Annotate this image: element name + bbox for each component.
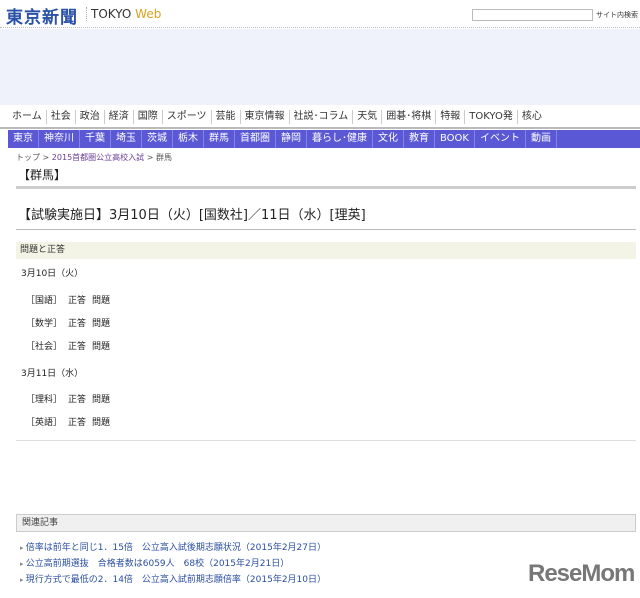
nav-item[interactable]: ホーム: [12, 110, 47, 124]
subject-name: ［社会］: [26, 342, 63, 352]
nav-item[interactable]: 国際: [134, 110, 163, 124]
region-item[interactable]: 暮らし･健康: [307, 130, 373, 148]
region-item[interactable]: 文化: [373, 130, 404, 148]
related-link[interactable]: 倍率は前年と同じ1．15倍 公立高入試後期志願状況（2015年2月27日）: [20, 540, 326, 553]
region-item[interactable]: 首都圏: [235, 130, 276, 148]
question-link[interactable]: 問題: [92, 339, 110, 352]
answer-link[interactable]: 正答: [68, 293, 86, 306]
answer-link[interactable]: 正答: [68, 415, 86, 428]
subject-name: ［国語］: [26, 296, 63, 306]
region-item[interactable]: 東京: [8, 130, 39, 148]
ad-banner-area: [0, 29, 640, 105]
nav-item[interactable]: スポーツ: [163, 110, 212, 124]
resemom-watermark: ReseMom: [528, 560, 635, 587]
nav-item[interactable]: 特報: [436, 110, 466, 124]
region-item[interactable]: 神奈川: [39, 130, 80, 148]
answer-link[interactable]: 正答: [68, 392, 86, 405]
related-articles-header: 関連記事: [16, 514, 636, 532]
region-nav: 東京 神奈川 千葉 埼玉 茨城 栃木 群馬 首都圏 静岡 暮らし･健康 文化 教育 BOOK イベント 動画: [8, 130, 640, 148]
breadcrumb: トップ > 2015首都圏公立高校入試 > 群馬: [16, 152, 172, 163]
subject-row: ［英語］ 正答 問題: [26, 415, 110, 428]
breadcrumb-sep: >: [40, 153, 52, 162]
answer-link[interactable]: 正答: [68, 316, 86, 329]
breadcrumb-section[interactable]: 2015首都圏公立高校入試: [52, 153, 144, 162]
exam-heading: 【試験実施日】3月10日（火）[国数社]／11日（水）[理英]: [18, 208, 366, 223]
related-link[interactable]: 現行方式で最低の2．14倍 公立高入試前期志願倍率（2015年2月10日）: [20, 572, 326, 585]
nav-item[interactable]: 東京情報: [241, 110, 290, 124]
answer-link[interactable]: 正答: [68, 339, 86, 352]
related-link[interactable]: 公立高前期選抜 合格者数は6059人 68校（2015年2月21日）: [20, 556, 289, 569]
tokyo-web-logo[interactable]: TOKYO Web: [86, 7, 161, 21]
site-search-button[interactable]: サイト内検索: [596, 10, 638, 20]
region-item[interactable]: 茨城: [142, 130, 173, 148]
nav-item[interactable]: 政治: [76, 110, 105, 124]
site-logo[interactable]: 東京新聞: [6, 3, 78, 28]
nav-item[interactable]: 天気: [353, 110, 383, 124]
region-item[interactable]: 静岡: [276, 130, 307, 148]
brand-a: TOKYO: [91, 7, 132, 21]
question-link[interactable]: 問題: [92, 392, 110, 405]
region-item[interactable]: 千葉: [80, 130, 111, 148]
subject-row: ［社会］ 正答 問題: [26, 339, 110, 352]
region-item[interactable]: 埼玉: [111, 130, 142, 148]
site-header: 東京新聞 TOKYO Web サイト内検索: [0, 0, 640, 28]
region-item[interactable]: 群馬: [204, 130, 235, 148]
main-nav: ホーム 社会 政治 経済 国際 スポーツ 芸能 東京情報 社説･コラム 天気 囲碁･将棋 特報 TOKY…: [12, 110, 546, 124]
heading-divider: [16, 229, 636, 230]
question-link[interactable]: 問題: [92, 293, 110, 306]
question-link[interactable]: 問題: [92, 415, 110, 428]
breadcrumb-sep: >: [144, 153, 156, 162]
nav-item[interactable]: 社説･コラム: [290, 110, 354, 124]
region-item[interactable]: 栃木: [173, 130, 204, 148]
exam-date: 3月10日（火）: [21, 269, 84, 279]
site-search-input[interactable]: [472, 9, 593, 21]
subject-name: ［理科］: [26, 395, 63, 405]
region-item[interactable]: イベント: [475, 130, 526, 148]
content-divider: [16, 440, 636, 441]
nav-item[interactable]: 核心: [518, 110, 546, 124]
subject-name: ［数学］: [26, 319, 63, 329]
breadcrumb-top[interactable]: トップ: [16, 153, 40, 162]
region-item[interactable]: 教育: [404, 130, 435, 148]
nav-item[interactable]: 芸能: [212, 110, 241, 124]
breadcrumb-current: 群馬: [155, 153, 172, 162]
title-divider: [16, 186, 636, 189]
nav-item[interactable]: 社会: [47, 110, 76, 124]
section-label: 問題と正答: [16, 242, 636, 259]
nav-divider: [0, 127, 640, 129]
exam-date: 3月11日（水）: [21, 369, 84, 379]
brand-b: Web: [135, 7, 162, 21]
nav-item[interactable]: 囲碁･将棋: [382, 110, 437, 124]
nav-item[interactable]: 経済: [105, 110, 134, 124]
region-item[interactable]: 動画: [526, 130, 557, 148]
subject-row: ［理科］ 正答 問題: [26, 392, 110, 405]
subject-row: ［国語］ 正答 問題: [26, 293, 110, 306]
question-link[interactable]: 問題: [92, 316, 110, 329]
region-item[interactable]: BOOK: [435, 130, 475, 148]
page-title: 【群馬】: [18, 168, 67, 182]
subject-row: ［数学］ 正答 問題: [26, 316, 110, 329]
subject-name: ［英語］: [26, 418, 63, 428]
nav-item[interactable]: TOKYO発: [465, 110, 518, 124]
